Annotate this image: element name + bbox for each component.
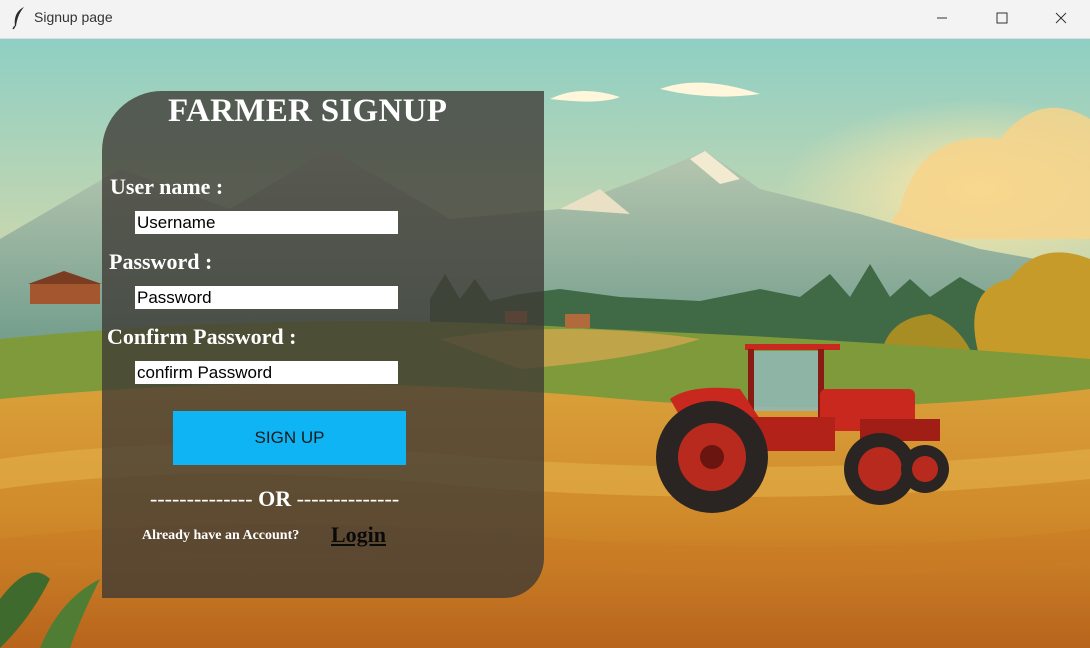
or-text: OR — [258, 486, 292, 511]
feather-icon — [10, 6, 28, 30]
login-link[interactable]: Login — [331, 522, 386, 548]
confirm-password-input[interactable]: confirm Password — [135, 361, 398, 384]
already-have-account-text: Already have an Account? — [142, 528, 300, 543]
minimize-button[interactable] — [913, 0, 971, 36]
password-input[interactable]: Password — [135, 286, 398, 309]
maximize-button[interactable] — [973, 0, 1031, 36]
username-input[interactable]: Username — [135, 211, 398, 234]
page-title: FARMER SIGNUP — [168, 93, 448, 129]
confirm-password-label: Confirm Password : — [107, 324, 297, 349]
close-icon — [1055, 12, 1067, 24]
window-title: Signup page — [34, 9, 113, 25]
username-label: User name : — [110, 174, 224, 199]
maximize-icon — [996, 12, 1008, 24]
or-dashes-left: -------------- — [150, 486, 253, 511]
window-titlebar: Signup page — [0, 0, 1090, 39]
signup-button[interactable]: SIGN UP — [173, 411, 406, 465]
minimize-icon — [936, 12, 948, 24]
or-dashes-right: -------------- — [296, 486, 400, 511]
close-button[interactable] — [1032, 0, 1090, 36]
password-label: Password : — [109, 249, 213, 274]
or-divider: -------------- OR -------------- — [150, 486, 399, 512]
